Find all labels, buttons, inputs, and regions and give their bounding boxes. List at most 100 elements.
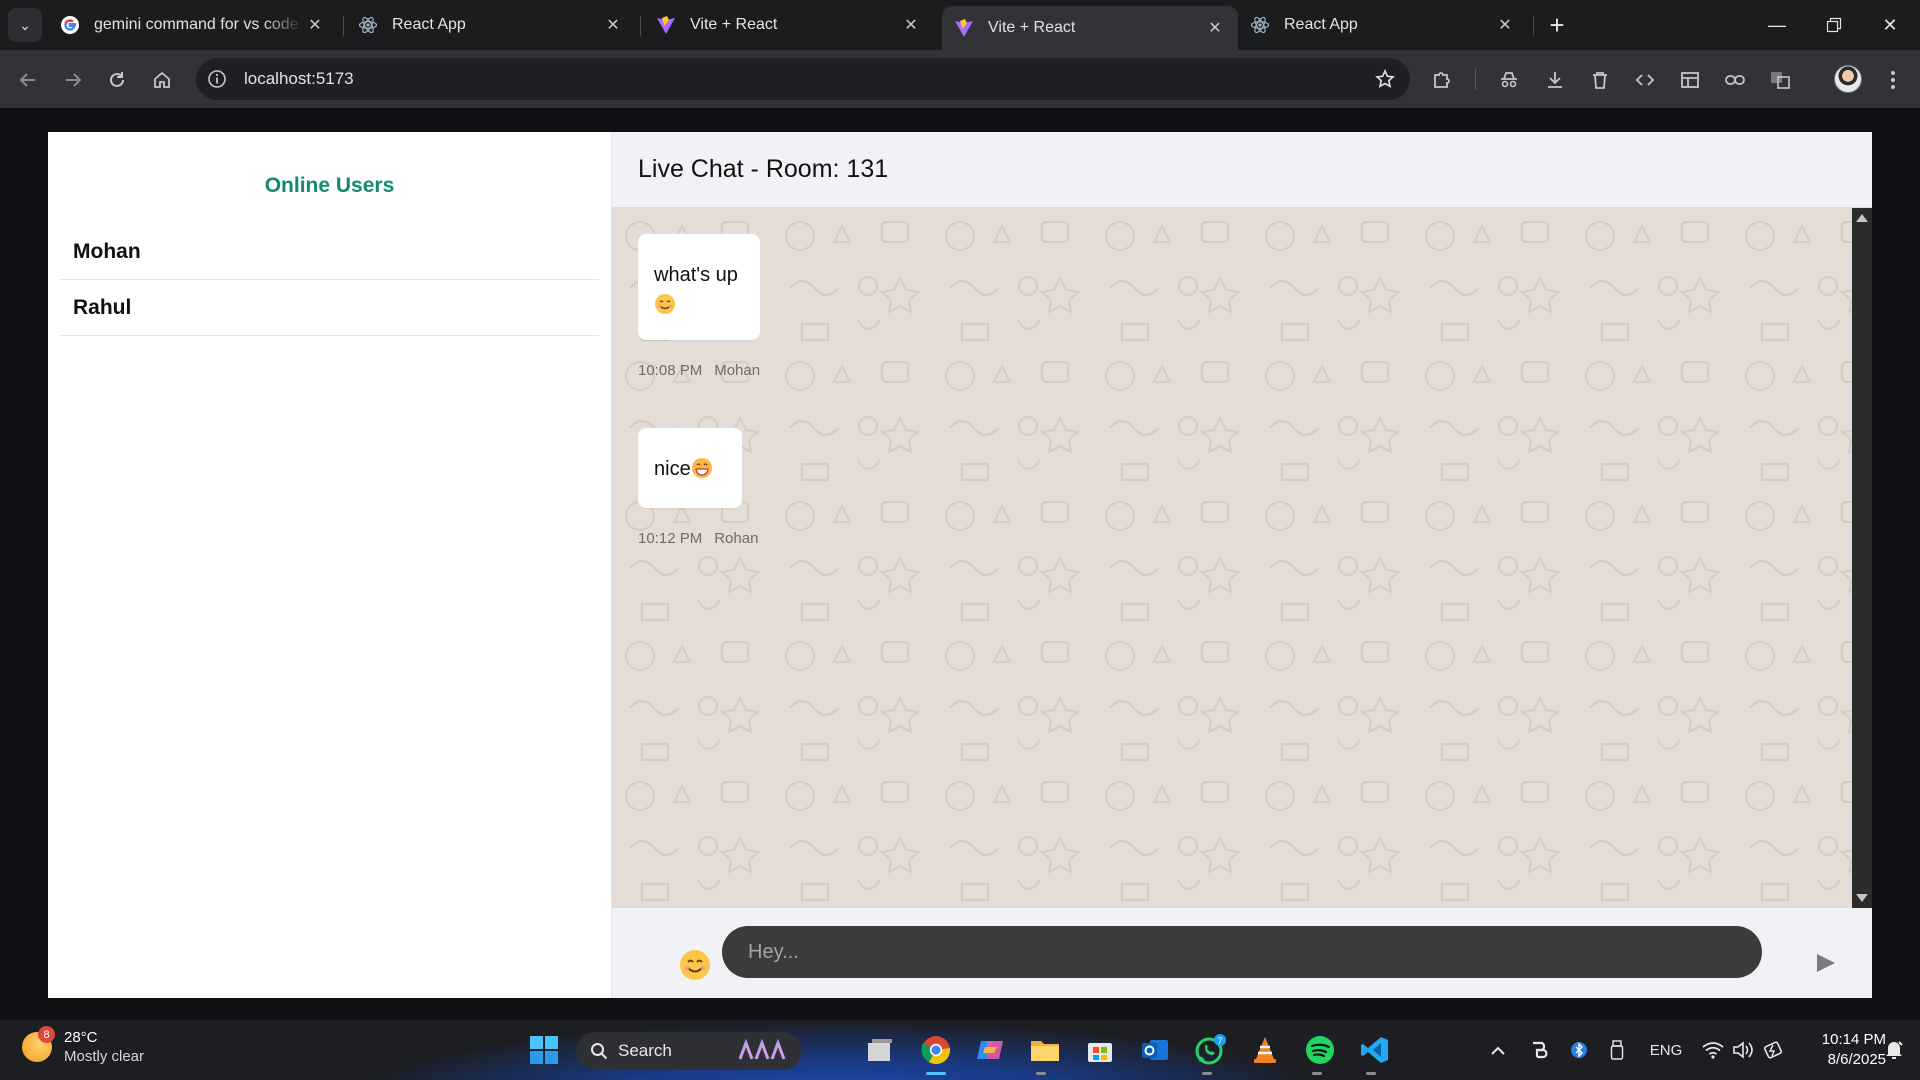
microsoft-store-app[interactable] <box>1080 1030 1120 1070</box>
notifications-button[interactable] <box>1882 1034 1906 1066</box>
new-tab-button[interactable]: + <box>1540 8 1574 42</box>
chrome-app[interactable] <box>916 1030 956 1070</box>
link-icon <box>1725 75 1745 85</box>
close-icon[interactable]: ✕ <box>304 14 326 36</box>
message-time: 10:08 PM <box>638 362 703 379</box>
browser-tab-strip: ⌄ gemini command for vs code te ✕ React … <box>0 0 1920 50</box>
message-input[interactable] <box>722 926 1762 978</box>
plus-icon: + <box>1549 9 1565 40</box>
tab-divider <box>640 16 641 36</box>
message-composer <box>612 908 1872 998</box>
language-indicator[interactable]: ENG <box>1644 1034 1688 1066</box>
profile-avatar[interactable] <box>1834 65 1862 93</box>
whatsapp-icon: 7 <box>1195 1034 1226 1065</box>
bookmark-star-icon[interactable] <box>1372 66 1398 92</box>
browser-tab[interactable]: Vite + React ✕ <box>644 6 934 44</box>
tray-app-icon[interactable] <box>1526 1034 1554 1066</box>
search-icon <box>591 1043 608 1060</box>
emoji-picker-icon[interactable] <box>678 948 712 982</box>
chat-room-title: Live Chat - Room: 131 <box>638 155 889 183</box>
table-button[interactable] <box>1672 62 1708 98</box>
home-button[interactable] <box>144 62 180 98</box>
puzzle-icon <box>1434 72 1450 88</box>
running-app-indicator <box>1036 1072 1046 1075</box>
vlc-app[interactable] <box>1245 1030 1285 1070</box>
translate-button[interactable] <box>1762 62 1798 98</box>
battery-tray-button[interactable] <box>1760 1034 1786 1066</box>
vscode-app[interactable] <box>1355 1030 1395 1070</box>
tab-search-button[interactable]: ⌄ <box>8 8 42 42</box>
scroll-down-arrow-icon[interactable] <box>1856 894 1868 902</box>
incognito-icon <box>1501 72 1517 88</box>
restore-button[interactable] <box>1806 0 1862 50</box>
online-users-sidebar: Online Users Mohan Rahul <box>48 132 612 998</box>
close-icon: ✕ <box>1882 14 1898 35</box>
weather-widget[interactable]: 8 28°C Mostly clear <box>22 1026 145 1066</box>
task-view-button[interactable] <box>860 1030 900 1070</box>
chrome-icon <box>921 1036 951 1065</box>
table-icon <box>1681 72 1699 88</box>
start-button[interactable] <box>524 1030 564 1070</box>
browser-tab[interactable]: React App ✕ <box>1238 6 1528 44</box>
usb-tray-button[interactable] <box>1604 1034 1630 1066</box>
forward-button[interactable] <box>55 62 91 98</box>
copilot-icon <box>977 1041 1003 1059</box>
delete-button[interactable] <box>1582 62 1618 98</box>
user-list-item[interactable]: Mohan <box>60 224 599 280</box>
back-arrow-icon <box>19 73 35 87</box>
message-bubble: what's up <box>638 234 760 340</box>
send-button[interactable] <box>1810 948 1840 978</box>
chat-panel: Live Chat - Room: 131 what's up 10:08 PM… <box>612 132 1872 998</box>
code-icon <box>1635 74 1655 86</box>
bluetooth-tray-button[interactable] <box>1566 1034 1592 1066</box>
forward-arrow-icon <box>66 73 82 87</box>
downloads-button[interactable] <box>1537 62 1573 98</box>
spotify-app[interactable] <box>1300 1030 1340 1070</box>
reload-button[interactable] <box>99 62 135 98</box>
download-icon <box>1548 72 1562 88</box>
weather-condition: Mostly clear <box>64 1048 145 1065</box>
browser-tab[interactable]: React App ✕ <box>346 6 636 44</box>
folder-icon <box>1031 1041 1059 1061</box>
back-button[interactable] <box>10 62 46 98</box>
copilot-app[interactable] <box>970 1030 1010 1070</box>
vlc-cone-icon <box>1254 1037 1276 1063</box>
site-info-icon[interactable] <box>204 66 230 92</box>
message-list[interactable]: what's up 10:08 PM Mohan nice 10:12 PM Roh… <box>612 208 1852 908</box>
address-bar[interactable]: localhost:5173 <box>196 58 1410 100</box>
volume-tray-button[interactable] <box>1730 1034 1756 1066</box>
menu-button[interactable] <box>1875 62 1911 98</box>
vite-icon <box>656 15 676 35</box>
google-icon <box>60 15 80 35</box>
close-icon[interactable]: ✕ <box>602 14 624 36</box>
whatsapp-app[interactable]: 7 <box>1190 1030 1230 1070</box>
user-list-item[interactable]: Rahul <box>60 280 599 336</box>
vertical-scrollbar[interactable] <box>1852 208 1872 908</box>
close-window-button[interactable]: ✕ <box>1862 0 1918 50</box>
taskbar-search[interactable]: Search <box>576 1032 802 1070</box>
close-icon[interactable]: ✕ <box>1204 17 1226 39</box>
system-clock[interactable]: 10:14 PM 8/6/2025 <box>1796 1030 1886 1070</box>
devtools-button[interactable] <box>1627 62 1663 98</box>
show-hidden-icons-button[interactable] <box>1484 1034 1512 1066</box>
page-viewport: Online Users Mohan Rahul Live Chat - Roo… <box>0 108 1920 1020</box>
incognito-button[interactable] <box>1491 62 1527 98</box>
outlook-app[interactable] <box>1135 1030 1175 1070</box>
browser-tab-active[interactable]: Vite + React ✕ <box>942 6 1238 50</box>
close-icon[interactable]: ✕ <box>900 14 922 36</box>
link-button[interactable] <box>1717 62 1753 98</box>
browser-tab[interactable]: gemini command for vs code te ✕ <box>48 6 338 44</box>
minimize-button[interactable]: — <box>1749 0 1805 50</box>
close-icon[interactable]: ✕ <box>1494 14 1516 36</box>
message-time: 10:12 PM <box>638 530 703 547</box>
scroll-up-arrow-icon[interactable] <box>1856 214 1868 222</box>
active-app-indicator <box>926 1072 946 1075</box>
tab-title: React App <box>1284 16 1358 33</box>
extensions-button[interactable] <box>1424 62 1460 98</box>
wifi-tray-button[interactable] <box>1700 1034 1726 1066</box>
reload-icon <box>110 72 124 87</box>
usb-drive-icon <box>1610 1040 1624 1060</box>
file-explorer-app[interactable] <box>1025 1030 1065 1070</box>
vite-icon <box>954 18 974 38</box>
home-icon <box>154 71 170 88</box>
